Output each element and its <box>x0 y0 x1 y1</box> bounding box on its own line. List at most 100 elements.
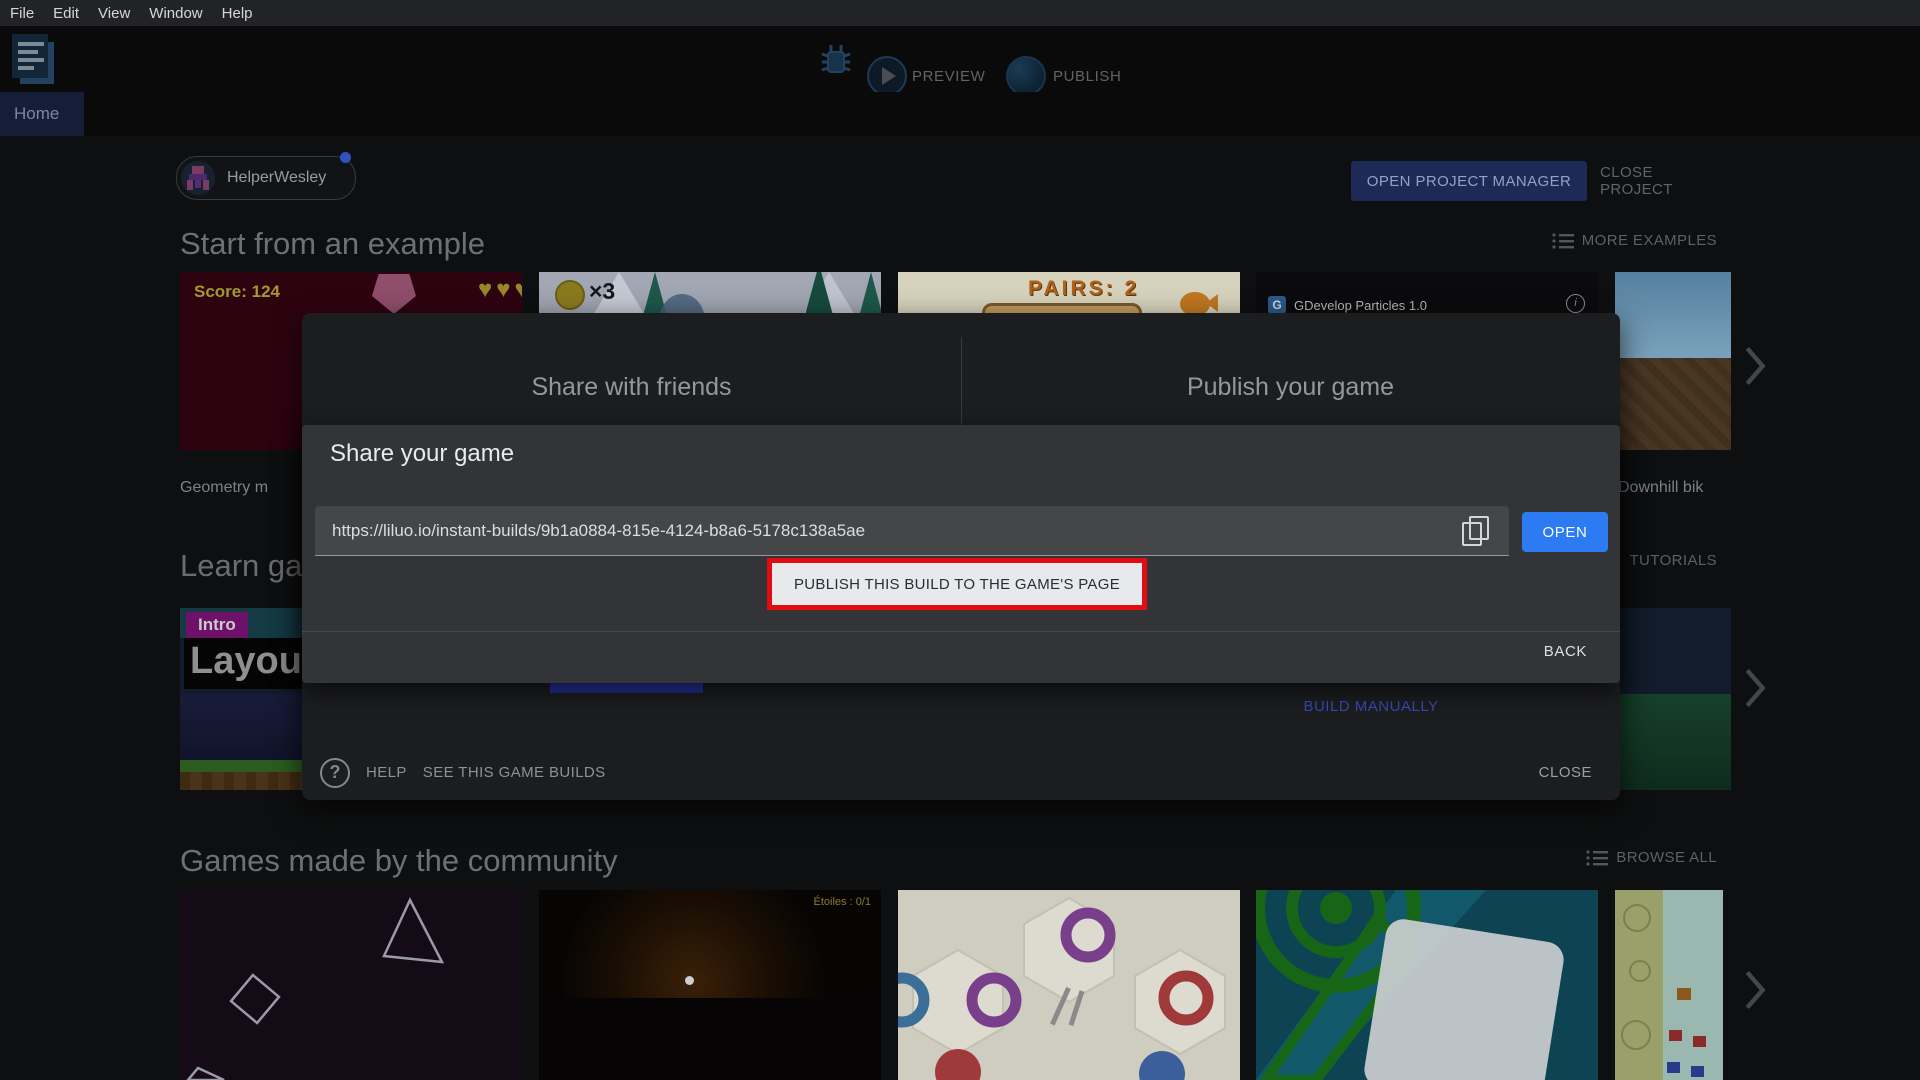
publish-button[interactable]: PUBLISH <box>1053 68 1121 85</box>
back-button[interactable]: BACK <box>1544 643 1587 660</box>
menu-edit[interactable]: Edit <box>53 5 79 22</box>
gdevelop-logo-icon: G <box>1268 296 1286 314</box>
chevron-right-icon[interactable] <box>1742 344 1768 388</box>
example-title-downhill: Downhill bik <box>1618 479 1704 496</box>
tab-home[interactable]: Home <box>0 92 84 136</box>
menu-file[interactable]: File <box>10 5 34 22</box>
sprite-blue <box>1691 1066 1704 1077</box>
menu-view[interactable]: View <box>98 5 130 22</box>
community-card-teal[interactable] <box>1256 890 1598 1080</box>
menu-window[interactable]: Window <box>149 5 202 22</box>
chevron-right-icon[interactable] <box>1742 666 1768 710</box>
examples-section-title: Start from an example <box>180 226 485 261</box>
tab-divider <box>961 337 962 437</box>
sprite-orange <box>1677 988 1691 1000</box>
close-project-button[interactable]: CLOSE PROJECT <box>1600 161 1730 201</box>
example-card-downhill[interactable] <box>1615 272 1731 450</box>
tutorials-link[interactable]: TUTORIALS <box>1629 552 1717 569</box>
avatar-pixel <box>203 180 209 190</box>
chevron-right-icon[interactable] <box>1742 968 1768 1012</box>
coin-icon <box>555 280 585 310</box>
more-examples-link[interactable]: MORE EXAMPLES <box>1552 232 1717 249</box>
line <box>18 66 34 70</box>
help-button[interactable]: HELP <box>366 764 407 781</box>
gem-shape <box>372 274 416 314</box>
bubble <box>1629 960 1651 982</box>
play-triangle <box>882 67 896 85</box>
bubble <box>1621 1020 1651 1050</box>
build-manually-link[interactable]: BUILD MANUALLY <box>1221 698 1521 715</box>
tutorial-card-variables[interactable]: Intro Variab +1 <box>1615 608 1731 790</box>
annotation-highlight: PUBLISH THIS BUILD TO THE GAME'S PAGE <box>767 558 1147 610</box>
tutorials-label: TUTORIALS <box>1629 552 1717 569</box>
app-window: File Edit View Window Help PREVIEW PUBLI… <box>0 0 1920 1080</box>
community-carousel: Étoiles : 0/1 <box>180 890 1731 1080</box>
multiplier-label: ×3 <box>589 278 616 304</box>
browse-all-link[interactable]: BROWSE ALL <box>1586 849 1717 866</box>
preview-button[interactable]: PREVIEW <box>912 68 985 85</box>
copy-rect <box>1469 516 1489 540</box>
community-card-pixel[interactable] <box>1615 890 1731 1080</box>
menubar: File Edit View Window Help <box>0 0 1920 26</box>
open-project-manager-button[interactable]: OPEN PROJECT MANAGER <box>1351 161 1587 201</box>
share-url-input[interactable] <box>315 506 1509 556</box>
tab-strip <box>0 92 1920 136</box>
example-title-geometry: Geometry m <box>180 479 269 496</box>
avatar <box>181 161 215 195</box>
avatar-pixel <box>187 180 193 190</box>
ground-silhouette <box>539 998 881 1080</box>
project-manager-icon[interactable] <box>10 34 56 86</box>
community-section-title: Games made by the community <box>180 843 618 878</box>
publish-build-button[interactable]: PUBLISH THIS BUILD TO THE GAME'S PAGE <box>772 563 1142 605</box>
menu-help[interactable]: Help <box>222 5 253 22</box>
copy-icon[interactable] <box>1462 516 1490 546</box>
close-dialog-button[interactable]: CLOSE <box>1539 764 1592 781</box>
line <box>18 58 44 62</box>
sprite-red <box>1693 1036 1706 1047</box>
page-front-shape <box>12 34 48 78</box>
hearts-label: ♥♥♥ <box>478 276 522 303</box>
more-examples-label: MORE EXAMPLES <box>1581 232 1717 249</box>
open-link-button[interactable]: OPEN <box>1522 512 1608 552</box>
community-card-neon[interactable] <box>180 890 522 1080</box>
neon-shapes <box>186 897 445 1080</box>
share-game-dialog: Share your game OPEN PUBLISH THIS BUILD … <box>302 425 1620 683</box>
pairs-label: PAIRS: 2 <box>1028 277 1140 300</box>
share-dialog-title: Share your game <box>330 440 515 467</box>
sprite-blue <box>1667 1062 1680 1073</box>
lane-strip <box>1663 890 1723 1080</box>
goldfish-tail <box>1206 294 1218 312</box>
publish-globe-icon[interactable] <box>1006 56 1046 96</box>
info-icon[interactable]: i <box>1566 294 1585 313</box>
divider <box>302 631 1620 632</box>
dialog-footer: ? HELP SEE THIS GAME BUILDS CLOSE <box>302 745 1620 800</box>
dirt-ground <box>1615 358 1731 450</box>
username-label: HelperWesley <box>227 169 327 186</box>
player-ball <box>685 976 694 985</box>
hex-rings <box>898 896 1226 1080</box>
help-icon[interactable]: ? <box>320 757 350 788</box>
community-card-night[interactable]: Étoiles : 0/1 <box>539 890 881 1080</box>
debug-bug-icon[interactable] <box>818 40 854 82</box>
score-label: Score: 124 <box>194 282 280 301</box>
hidden-blue-button-edge <box>550 682 703 693</box>
teal-art <box>1256 890 1564 1080</box>
list-icon <box>1552 232 1574 249</box>
tab-share-with-friends[interactable]: Share with friends <box>302 373 961 402</box>
browse-all-label: BROWSE ALL <box>1616 849 1717 866</box>
particles-title: GDevelop Particles 1.0 <box>1294 298 1427 313</box>
community-card-hex[interactable] <box>898 890 1240 1080</box>
sprite-red <box>1669 1030 1682 1041</box>
tab-publish-your-game[interactable]: Publish your game <box>961 373 1620 402</box>
bubble <box>1623 904 1651 932</box>
list-icon <box>1586 849 1609 866</box>
see-builds-button[interactable]: SEE THIS GAME BUILDS <box>423 764 606 781</box>
avatar-pixel <box>195 180 201 188</box>
line <box>18 50 38 54</box>
avatar-pixel <box>192 166 204 174</box>
learn-section-title: Learn ga <box>180 548 303 583</box>
user-chip[interactable]: HelperWesley <box>176 156 356 200</box>
preview-play-icon[interactable] <box>867 56 907 96</box>
line <box>18 42 44 46</box>
stars-counter: Étoiles : 0/1 <box>813 896 871 908</box>
